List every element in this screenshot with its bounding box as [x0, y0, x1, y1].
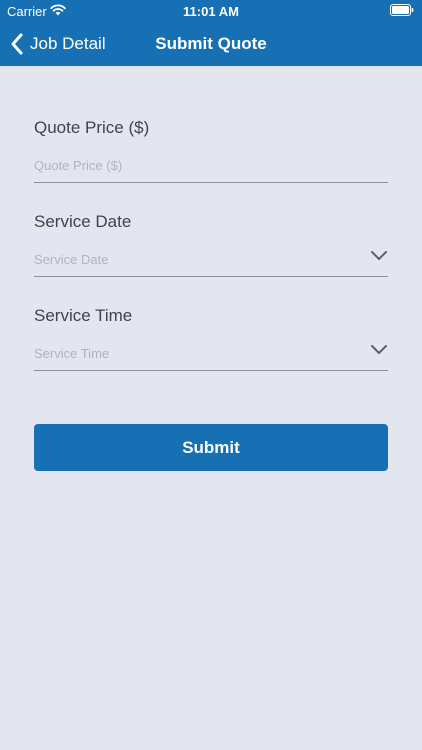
quote-price-field: Quote Price ($) [34, 116, 388, 210]
submit-button[interactable]: Submit [34, 424, 388, 471]
navigation-bar: Job Detail Submit Quote [0, 22, 422, 66]
quote-form: Quote Price ($) Service Date Service Tim… [34, 116, 388, 398]
service-time-field: Service Time [34, 304, 388, 398]
status-bar: Carrier 11:01 AM [0, 0, 422, 22]
status-time: 11:01 AM [183, 4, 239, 19]
service-date-input[interactable] [34, 242, 388, 277]
service-time-label: Service Time [34, 306, 133, 325]
top-bar: Carrier 11:01 AM Job Detail Submit Quote [0, 0, 422, 66]
quote-price-label: Quote Price ($) [34, 118, 150, 137]
service-date-label: Service Date [34, 212, 132, 231]
page-title: Submit Quote [155, 34, 267, 53]
service-time-input[interactable] [34, 336, 388, 371]
battery-icon [390, 4, 414, 16]
chevron-down-icon[interactable] [370, 250, 388, 262]
chevron-down-icon[interactable] [370, 344, 388, 356]
quote-price-input[interactable] [34, 148, 388, 183]
service-date-field: Service Date [34, 210, 388, 304]
